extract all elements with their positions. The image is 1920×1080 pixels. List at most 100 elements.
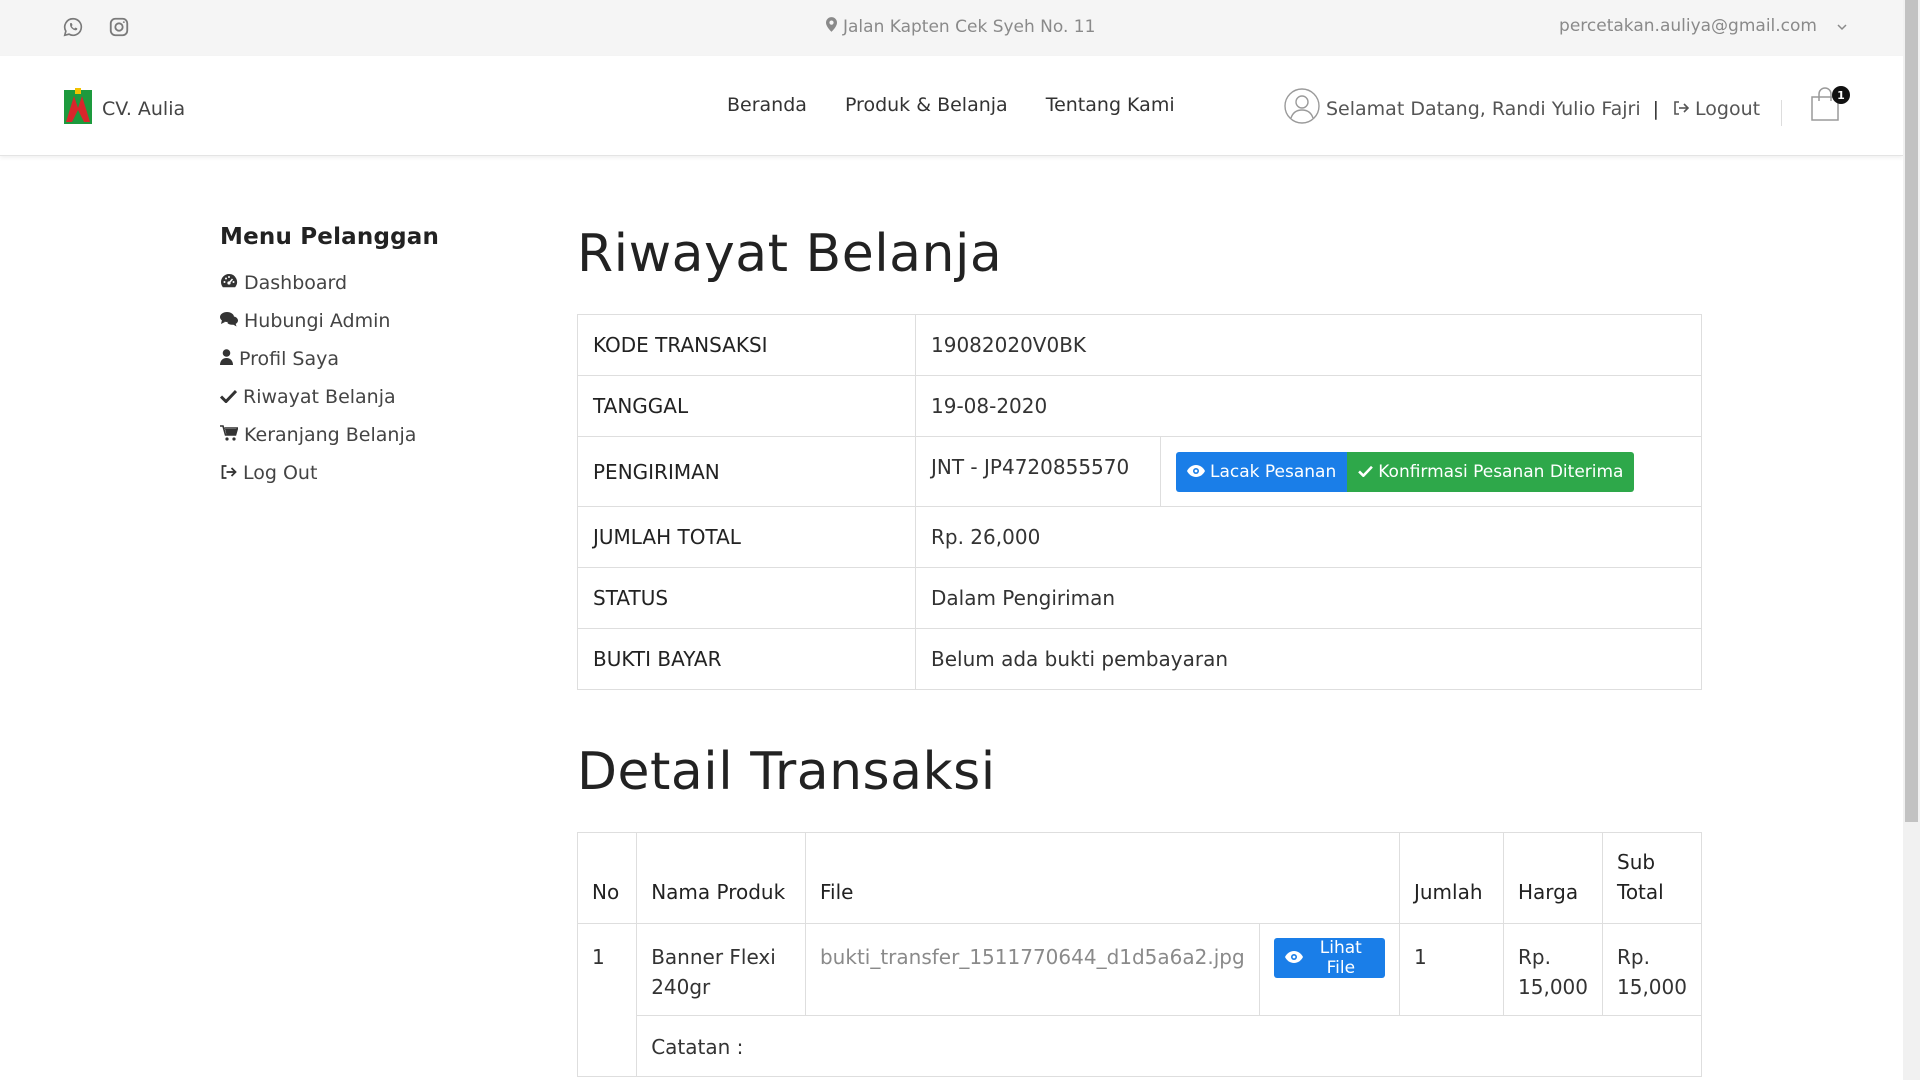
menu-item-keranjang-belanja[interactable]: Keranjang Belanja	[220, 416, 439, 454]
sign-out-icon	[1673, 98, 1690, 120]
item-note: Catatan :	[636, 1015, 1702, 1077]
item-product: Banner Flexi 240gr	[636, 923, 806, 1016]
brand-logo[interactable]: CV. Aulia	[64, 88, 185, 129]
nav-beranda[interactable]: Beranda	[727, 94, 807, 116]
item-number: 1	[576, 923, 638, 1077]
menu-label-keranjang-belanja: Keranjang Belanja	[244, 424, 417, 446]
customer-menu: Menu Pelanggan Dashboard Hubungi Admin P…	[219, 224, 440, 492]
top-bar: Jalan Kapten Cek Syeh No. 11 percetakan.…	[0, 0, 1903, 56]
transaction-detail-table: No Nama Produk File Jumlah Harga Sub Tot…	[576, 832, 1702, 1077]
item-subtotal: Rp. 15,000	[1602, 923, 1702, 1016]
map-marker-icon	[826, 17, 837, 37]
table-row: JUMLAH TOTAL Rp. 26,000	[577, 506, 1702, 568]
sign-out-icon	[220, 462, 237, 484]
menu-label-dashboard: Dashboard	[244, 272, 348, 294]
main-nav: Beranda Produk & Belanja Tentang Kami	[727, 94, 1175, 116]
menu-label-profil-saya: Profil Saya	[239, 348, 340, 370]
detail-title: Detail Transaksi	[577, 742, 996, 802]
user-welcome: Selamat Datang, Randi Yulio Fajri | Logo…	[1284, 88, 1760, 129]
menu-label-riwayat-belanja: Riwayat Belanja	[243, 386, 396, 408]
table-row: STATUS Dalam Pengiriman	[577, 567, 1702, 629]
view-file-label: Lihat File	[1319, 938, 1362, 978]
subtotal-header-line2: Total	[1617, 880, 1664, 904]
menu-item-dashboard[interactable]: Dashboard	[220, 264, 439, 302]
check-icon	[219, 386, 238, 408]
track-order-button[interactable]: Lacak Pesanan	[1176, 451, 1348, 492]
cart-count-badge: 1	[1832, 86, 1850, 104]
row-label: PENGIRIMAN	[577, 436, 916, 507]
item-price: Rp. 15,000	[1503, 923, 1603, 1016]
column-header-qty: Jumlah	[1398, 832, 1505, 924]
price-line2: 15,000	[1518, 975, 1588, 999]
dashboard-icon	[220, 272, 238, 294]
table-row: 1 Banner Flexi 240gr bukti_transfer_1511…	[576, 923, 1702, 1077]
menu-item-riwayat-belanja[interactable]: Riwayat Belanja	[219, 378, 439, 416]
instagram-icon[interactable]	[108, 16, 130, 38]
column-header-subtotal: Sub Total	[1602, 832, 1702, 924]
confirm-received-label: Konfirmasi Pesanan Diterima	[1378, 461, 1624, 482]
whatsapp-icon[interactable]	[62, 16, 84, 38]
nav-tentang-kami[interactable]: Tentang Kami	[1046, 94, 1175, 116]
address-text: Jalan Kapten Cek Syeh No. 11	[843, 17, 1096, 37]
chevron-down-icon	[1837, 16, 1847, 36]
view-file-button[interactable]: Lihat File	[1273, 938, 1385, 978]
table-row: PENGIRIMAN JNT - JP4720855570 Lacak Pesa…	[577, 436, 1702, 507]
transaction-code: 19082020V0BK	[915, 314, 1702, 376]
transaction-date: 19-08-2020	[915, 375, 1702, 437]
table-row: Catatan :	[578, 1015, 1702, 1077]
menu-item-profil-saya[interactable]: Profil Saya	[220, 340, 439, 378]
logo-icon	[64, 88, 92, 129]
price-line1: Rp.	[1518, 945, 1551, 969]
logout-label: Logout	[1695, 97, 1761, 120]
product-name-line1: Banner Flexi	[651, 945, 776, 969]
shipping-info: JNT - JP4720855570	[915, 436, 1161, 507]
comments-icon	[220, 310, 238, 332]
nav-produk-belanja[interactable]: Produk & Belanja	[845, 94, 1008, 116]
scrollbar-thumb[interactable]	[1905, 0, 1918, 822]
check-icon	[1358, 462, 1374, 482]
brand-name: CV. Aulia	[102, 97, 186, 120]
order-status: Dalam Pengiriman	[915, 567, 1702, 629]
item-quantity: 1	[1398, 923, 1505, 1016]
menu-label-log-out: Log Out	[243, 462, 318, 484]
social-links	[62, 16, 130, 38]
email-text: percetakan.auliya@gmail.com	[1559, 16, 1817, 36]
table-row: TANGGAL 19-08-2020	[577, 375, 1702, 437]
menu-label-hubungi-admin: Hubungi Admin	[244, 310, 391, 332]
page-scrollbar[interactable]	[1903, 0, 1920, 1080]
track-order-label: Lacak Pesanan	[1210, 461, 1337, 482]
row-label: STATUS	[577, 567, 916, 629]
store-address: Jalan Kapten Cek Syeh No. 11	[826, 17, 1095, 37]
column-header-file: File	[804, 832, 1400, 924]
item-file-name: bukti_transfer_1511770644_d1d5a6a2.jpg	[804, 923, 1260, 1016]
subtotal-header-line1: Sub	[1617, 850, 1656, 874]
welcome-separator: |	[1652, 97, 1660, 120]
cart-icon	[220, 424, 239, 446]
logout-link[interactable]: Logout	[1673, 98, 1760, 120]
subtotal-line1: Rp.	[1617, 945, 1650, 969]
column-header-product: Nama Produk	[636, 832, 806, 924]
row-label: JUMLAH TOTAL	[577, 506, 916, 568]
table-row: BUKTI BAYAR Belum ada bukti pembayaran	[577, 628, 1702, 690]
shopping-bag-icon	[1810, 87, 1840, 126]
header-divider	[1781, 100, 1782, 126]
customer-menu-title: Menu Pelanggan	[220, 224, 440, 250]
confirm-received-button[interactable]: Konfirmasi Pesanan Diterima	[1347, 451, 1635, 492]
item-file-action: Lihat File	[1258, 923, 1400, 1016]
product-name-line2: 240gr	[651, 975, 711, 999]
table-header-row: No Nama Produk File Jumlah Harga Sub Tot…	[576, 832, 1702, 924]
cart-button[interactable]: 1	[1810, 86, 1850, 126]
transaction-summary-table: KODE TRANSAKSI 19082020V0BK TANGGAL 19-0…	[577, 314, 1702, 690]
table-row: KODE TRANSAKSI 19082020V0BK	[577, 314, 1702, 376]
row-label: TANGGAL	[577, 375, 916, 437]
subtotal-line2: 15,000	[1617, 975, 1687, 999]
main-content: Riwayat Belanja KODE TRANSAKSI 19082020V…	[576, 220, 1702, 1077]
eye-icon	[1187, 462, 1205, 482]
user-avatar-icon[interactable]	[1284, 88, 1320, 129]
email-dropdown[interactable]: percetakan.auliya@gmail.com	[1559, 16, 1847, 36]
menu-item-hubungi-admin[interactable]: Hubungi Admin	[220, 302, 439, 340]
shipping-actions: Lacak Pesanan Konfirmasi Pesanan Diterim…	[1160, 436, 1702, 507]
menu-item-log-out[interactable]: Log Out	[220, 454, 439, 492]
page-title: Riwayat Belanja	[577, 224, 1003, 284]
total-amount: Rp. 26,000	[915, 506, 1702, 568]
